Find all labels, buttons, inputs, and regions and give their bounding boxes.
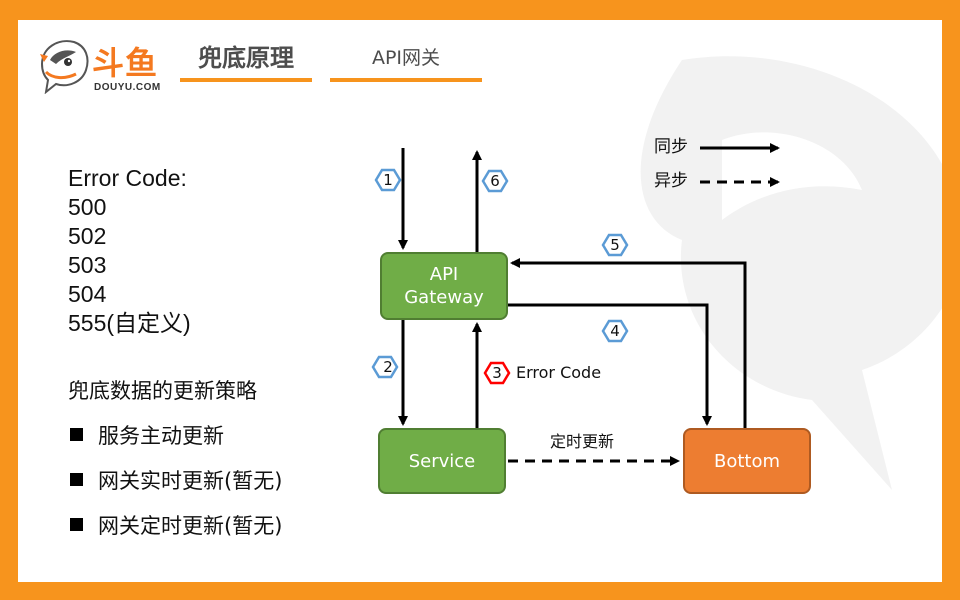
legend-sync-label: 同步	[654, 137, 688, 157]
node-bottom: Bottom	[683, 428, 811, 494]
node-api-gateway: API Gateway	[380, 252, 508, 320]
legend-async-label: 异步	[654, 171, 688, 191]
step-number-1: 1	[383, 171, 393, 189]
step-number-5: 5	[610, 236, 620, 254]
edge-label-error-code: Error Code	[516, 363, 602, 382]
step-number-2: 2	[383, 358, 393, 376]
node-gateway-line1: API	[429, 264, 459, 285]
legend: 同步 异步	[654, 135, 688, 203]
step-number-6: 6	[490, 172, 500, 190]
node-service: Service	[378, 428, 506, 494]
edge-label-scheduled-update: 定时更新	[550, 432, 615, 451]
edge-bottom-to-gateway	[510, 258, 747, 428]
node-gateway-line2: Gateway	[404, 287, 484, 308]
step-number-4: 4	[610, 322, 620, 340]
slide: 斗鱼 DOUYU.COM 兜底原理 API网关 Error Code: 500 …	[18, 20, 942, 582]
step-number-3: 3	[492, 364, 502, 382]
